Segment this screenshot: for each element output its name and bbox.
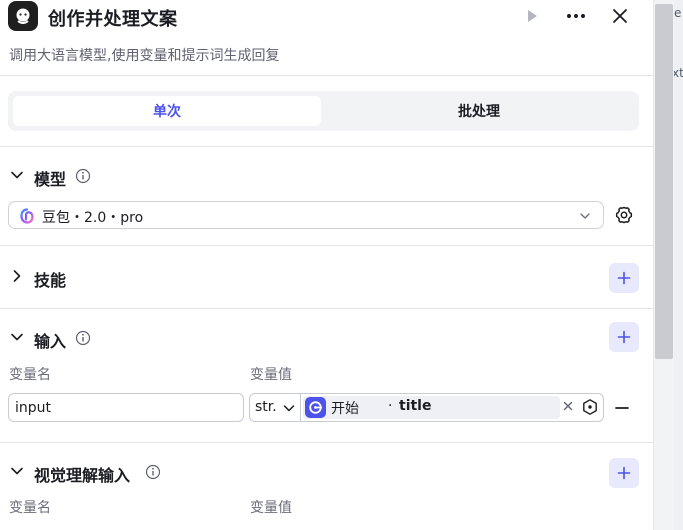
chevron-down-icon xyxy=(11,467,23,475)
canvas-text-fragment: xt xyxy=(674,66,683,80)
chevron-right-icon xyxy=(13,270,21,282)
more-dots-icon xyxy=(567,14,585,18)
column-label-variable-value: 变量值 xyxy=(250,500,292,516)
clear-reference-icon[interactable] xyxy=(562,400,574,412)
chevron-down-icon xyxy=(11,171,23,179)
model-section-header[interactable]: 模型 xyxy=(0,162,653,190)
skills-section-title: 技能 xyxy=(34,271,67,290)
panel-header: 创作并处理文案 xyxy=(0,0,653,34)
selected-model: 豆包・2.0・pro xyxy=(42,210,144,226)
node-description: 调用大语言模型,使用变量和提示词生成回复 xyxy=(9,48,280,64)
chevron-down-icon xyxy=(283,405,295,412)
play-icon xyxy=(528,10,537,22)
variable-picker-icon[interactable] xyxy=(581,398,599,416)
run-button[interactable] xyxy=(519,3,545,29)
divider xyxy=(0,146,653,147)
close-icon xyxy=(613,9,627,23)
divider xyxy=(0,308,653,309)
variable-name-input[interactable] xyxy=(8,393,244,422)
input-section-title: 输入 xyxy=(34,332,67,351)
column-label-variable-name: 变量名 xyxy=(9,500,51,516)
info-icon[interactable] xyxy=(75,168,91,184)
input-section-header[interactable]: 输入 xyxy=(0,324,653,352)
variable-type-select[interactable]: str. xyxy=(250,394,301,421)
doubao-logo-icon xyxy=(20,208,34,224)
plus-icon xyxy=(617,466,631,480)
plus-icon xyxy=(617,271,631,285)
remove-input-minus-icon[interactable] xyxy=(614,400,630,416)
more-button[interactable] xyxy=(563,3,589,29)
plus-icon xyxy=(617,330,631,344)
chevron-down-icon xyxy=(11,333,23,341)
model-settings-gear-icon[interactable] xyxy=(614,205,634,225)
divider xyxy=(0,245,653,246)
divider xyxy=(0,442,653,443)
tab-single[interactable]: 单次 xyxy=(13,96,321,126)
panel-scrollbar-thumb[interactable] xyxy=(655,4,673,359)
add-vision-input-button[interactable] xyxy=(609,458,639,488)
vision-input-section-title: 视觉理解输入 xyxy=(34,466,131,485)
variable-reference-tag[interactable]: 开始 · title xyxy=(303,396,560,419)
run-mode-tabs: 单次 批处理 xyxy=(8,91,639,131)
node-config-panel: 创作并处理文案 调用大语言模型,使用变量和提示词生成回复 单次 批处理 模型 豆… xyxy=(0,0,654,530)
info-icon[interactable] xyxy=(145,464,161,480)
add-skill-button[interactable] xyxy=(609,263,639,293)
reference-separator: · xyxy=(388,398,393,414)
model-section-title: 模型 xyxy=(34,170,67,189)
variable-type-label: str. xyxy=(255,399,277,415)
reference-variable-name: title xyxy=(399,398,432,414)
node-app-icon xyxy=(8,1,38,31)
canvas-text-fragment: e xyxy=(674,6,682,20)
workflow-canvas-edge: e xt xyxy=(674,0,683,530)
column-label-variable-name: 变量名 xyxy=(9,367,51,383)
mascot-icon xyxy=(16,8,30,24)
skills-section-header[interactable]: 技能 xyxy=(0,263,653,291)
info-icon[interactable] xyxy=(75,330,91,346)
model-select[interactable]: 豆包・2.0・pro xyxy=(8,201,604,229)
variable-value-field: str. 开始 · title xyxy=(249,393,604,422)
tab-batch[interactable]: 批处理 xyxy=(324,96,634,126)
start-node-icon xyxy=(305,397,326,418)
node-title: 创作并处理文案 xyxy=(48,9,178,30)
vision-input-section-header[interactable]: 视觉理解输入 xyxy=(0,458,653,486)
chevron-down-icon xyxy=(580,213,590,219)
reference-source-node: 开始 xyxy=(331,401,359,417)
divider xyxy=(0,75,653,76)
close-button[interactable] xyxy=(607,3,633,29)
column-label-variable-value: 变量值 xyxy=(250,367,292,383)
add-input-button[interactable] xyxy=(609,322,639,352)
